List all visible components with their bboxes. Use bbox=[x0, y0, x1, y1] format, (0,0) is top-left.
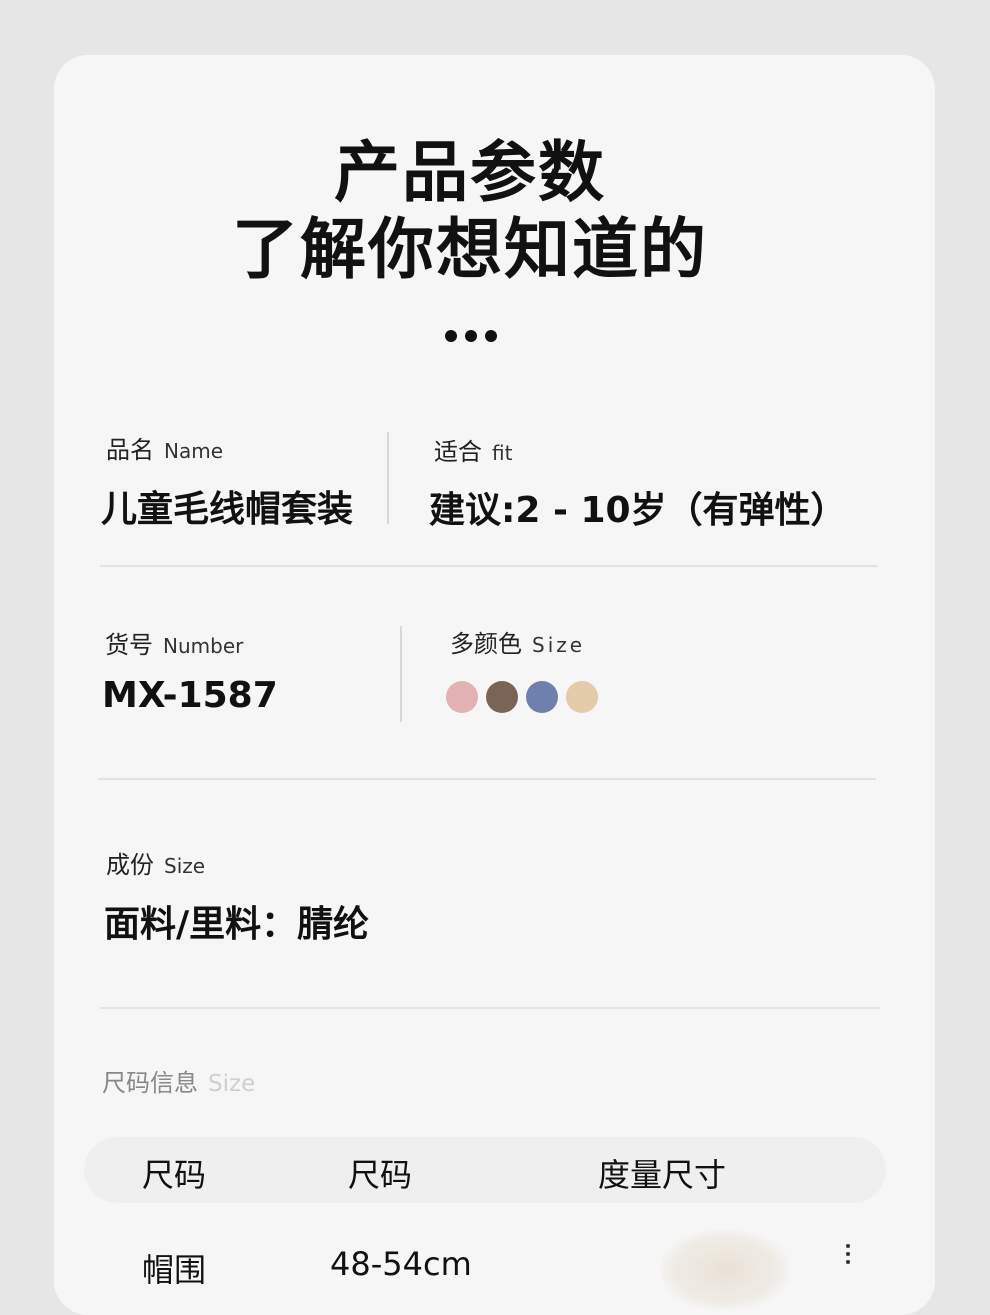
color-swatch-brown[interactable] bbox=[486, 681, 518, 713]
table-cell: 48-54cm bbox=[330, 1245, 472, 1283]
measurement-image bbox=[660, 1230, 790, 1310]
fit-value: 建议:2 - 10岁（有弹性） bbox=[429, 490, 847, 531]
ellipsis-icon bbox=[445, 330, 505, 344]
size-column-header: 尺码 bbox=[142, 1156, 207, 1194]
fit-label-en: fit bbox=[492, 441, 513, 465]
divider bbox=[400, 626, 402, 722]
size-info-heading-cn: 尺码信息 bbox=[102, 1069, 198, 1097]
colors-label-en: Size bbox=[532, 633, 586, 657]
measurement-column-header: 度量尺寸 bbox=[598, 1156, 727, 1194]
material-label-en: Size bbox=[164, 854, 206, 878]
colors-label-cn: 多颜色 bbox=[450, 630, 522, 658]
fit-label: 适合 fit bbox=[434, 432, 512, 467]
color-swatches bbox=[446, 681, 598, 713]
number-label: 货号 Number bbox=[105, 625, 243, 660]
row-divider bbox=[98, 778, 876, 780]
size-info-heading-en: Size bbox=[208, 1071, 256, 1097]
color-swatch-blue[interactable] bbox=[526, 681, 558, 713]
more-icon[interactable] bbox=[846, 1244, 850, 1264]
row-divider bbox=[100, 565, 878, 567]
row-divider bbox=[100, 1007, 880, 1009]
table-cell: 帽围 bbox=[142, 1251, 207, 1289]
color-swatch-beige[interactable] bbox=[566, 681, 598, 713]
color-swatch-pink[interactable] bbox=[446, 681, 478, 713]
material-value: 面料/里料：腈纶 bbox=[104, 904, 370, 945]
divider bbox=[387, 432, 389, 524]
fit-label-cn: 适合 bbox=[434, 438, 482, 466]
name-label-cn: 品名 bbox=[106, 436, 154, 464]
size-info-heading: 尺码信息 Size bbox=[102, 1063, 255, 1098]
page-title: 产品参数 bbox=[334, 134, 606, 211]
page-subtitle: 了解你想知道的 bbox=[232, 211, 708, 288]
name-label: 品名 Name bbox=[106, 430, 223, 465]
material-label: 成份 Size bbox=[106, 845, 205, 880]
number-label-en: Number bbox=[163, 634, 244, 658]
name-value: 儿童毛线帽套装 bbox=[101, 489, 354, 530]
number-value: MX-1587 bbox=[102, 675, 278, 716]
colors-label: 多颜色 Size bbox=[450, 624, 585, 659]
size-column-header: 尺码 bbox=[348, 1156, 413, 1194]
number-label-cn: 货号 bbox=[105, 631, 153, 659]
material-label-cn: 成份 bbox=[106, 851, 154, 879]
name-label-en: Name bbox=[164, 439, 224, 463]
